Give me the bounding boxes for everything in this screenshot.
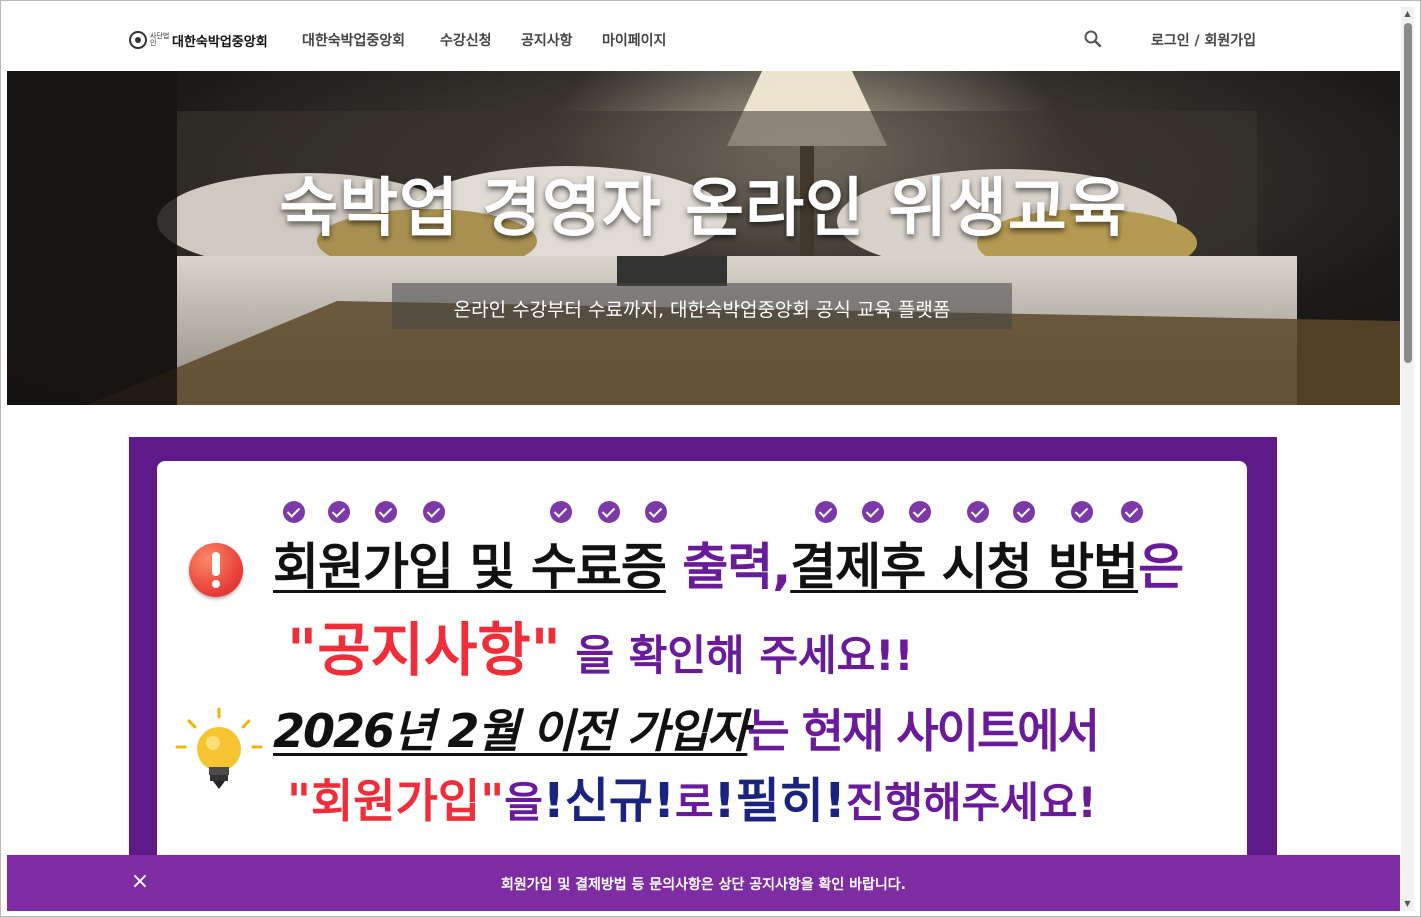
- notice-line-3: 2026년 2월 이전 가입자는 현재 사이트에서: [273, 695, 1100, 761]
- notice-line-4-text-2: 로: [674, 778, 714, 827]
- notice-line-4-text-1: 을: [504, 778, 543, 827]
- scrollbar-thumb[interactable]: [1404, 23, 1412, 363]
- notice-line-1-underlined-1: 회원가입 및 수료증: [273, 538, 667, 596]
- check-icon: [423, 501, 445, 523]
- hero-banner: 숙박업 경영자 온라인 위생교육 온라인 수강부터 수료까지, 대한숙박업중앙회…: [7, 71, 1400, 405]
- nav-mypage[interactable]: 마이페이지: [602, 30, 666, 50]
- check-icon: [1013, 501, 1035, 523]
- nav-course-registration[interactable]: 수강신청: [440, 30, 492, 50]
- emblem-icon: [129, 31, 147, 49]
- notice-line-2-highlight: "공지사항": [287, 616, 561, 684]
- notice-line-2-text: 을 확인해 주세요!!: [560, 631, 914, 680]
- notice-card: 회원가입 및 수료증 출력,결제후 시청 방법은 "공지사항" 을 확인해 주세…: [157, 461, 1247, 911]
- check-icon: [909, 501, 931, 523]
- site-header: 사단법인 대한숙박업중앙회 대한숙박업중앙회 수강신청 공지사항 마이페이지 로…: [7, 7, 1400, 71]
- check-icon: [645, 501, 667, 523]
- vertical-scrollbar[interactable]: ▲ ▼: [1401, 7, 1414, 911]
- bottom-notice-bar: × 회원가입 및 결제방법 등 문의사항은 상단 공지사항을 확인 바랍니다.: [7, 855, 1400, 911]
- nav-association[interactable]: 대한숙박업중앙회: [302, 30, 405, 50]
- notice-line-4-highlight: "회원가입": [287, 774, 505, 828]
- scroll-down-arrow-icon[interactable]: ▼: [1401, 897, 1414, 911]
- check-icon: [1071, 501, 1093, 523]
- check-icon: [283, 501, 305, 523]
- notice-line-4-emphasis-1: !신규!: [542, 773, 675, 829]
- notice-line-4-text-3: 진행해주세요!: [845, 778, 1097, 827]
- check-icon: [328, 501, 350, 523]
- notice-line-3-underlined: 2026년 2월 이전 가입자: [273, 704, 749, 758]
- notice-banner[interactable]: 회원가입 및 수료증 출력,결제후 시청 방법은 "공지사항" 을 확인해 주세…: [129, 437, 1277, 911]
- notice-line-4-emphasis-2: !필히!: [713, 773, 846, 829]
- notice-line-1-text-1: 출력,: [665, 538, 791, 596]
- notice-line-1-underlined-2: 결제후 시청 방법: [790, 538, 1139, 596]
- login-signup-link[interactable]: 로그인 / 회원가입: [1151, 30, 1256, 50]
- hero-title: 숙박업 경영자 온라인 위생교육: [279, 172, 1128, 246]
- exclamation-icon: [189, 543, 243, 597]
- logo-name: 대한숙박업중앙회: [172, 34, 268, 50]
- check-icon: [967, 501, 989, 523]
- check-icon: [1121, 501, 1143, 523]
- notice-line-1-text-2: 은: [1138, 538, 1184, 596]
- nav-notices[interactable]: 공지사항: [521, 30, 573, 50]
- logo-prefix: 사단법인: [150, 32, 170, 47]
- bottom-notice-text: 회원가입 및 결제방법 등 문의사항은 상단 공지사항을 확인 바랍니다.: [501, 877, 906, 893]
- page-viewport: 사단법인 대한숙박업중앙회 대한숙박업중앙회 수강신청 공지사항 마이페이지 로…: [7, 7, 1400, 911]
- scroll-up-arrow-icon[interactable]: ▲: [1401, 7, 1414, 21]
- check-icon: [598, 501, 620, 523]
- search-icon[interactable]: [1083, 29, 1103, 49]
- hero-subtitle-box: 온라인 수강부터 수료까지, 대한숙박업중앙회 공식 교육 플랫폼: [392, 283, 1012, 329]
- check-icon: [550, 501, 572, 523]
- notice-line-1: 회원가입 및 수료증 출력,결제후 시청 방법은: [273, 527, 1184, 599]
- notice-line-3-text: 는 현재 사이트에서: [747, 704, 1100, 758]
- browser-frame: 사단법인 대한숙박업중앙회 대한숙박업중앙회 수강신청 공지사항 마이페이지 로…: [0, 0, 1421, 917]
- notice-line-2: "공지사항" 을 확인해 주세요!!: [287, 603, 914, 687]
- lightbulb-icon: [175, 707, 263, 789]
- notice-line-4: "회원가입"을!신규!로!필히!진행해주세요!: [287, 761, 1097, 831]
- hero-subtitle: 온라인 수강부터 수료까지, 대한숙박업중앙회 공식 교육 플랫폼: [453, 299, 951, 321]
- check-icon: [862, 501, 884, 523]
- check-icon: [815, 501, 837, 523]
- site-logo[interactable]: 사단법인 대한숙박업중앙회: [129, 29, 268, 51]
- check-icon: [375, 501, 397, 523]
